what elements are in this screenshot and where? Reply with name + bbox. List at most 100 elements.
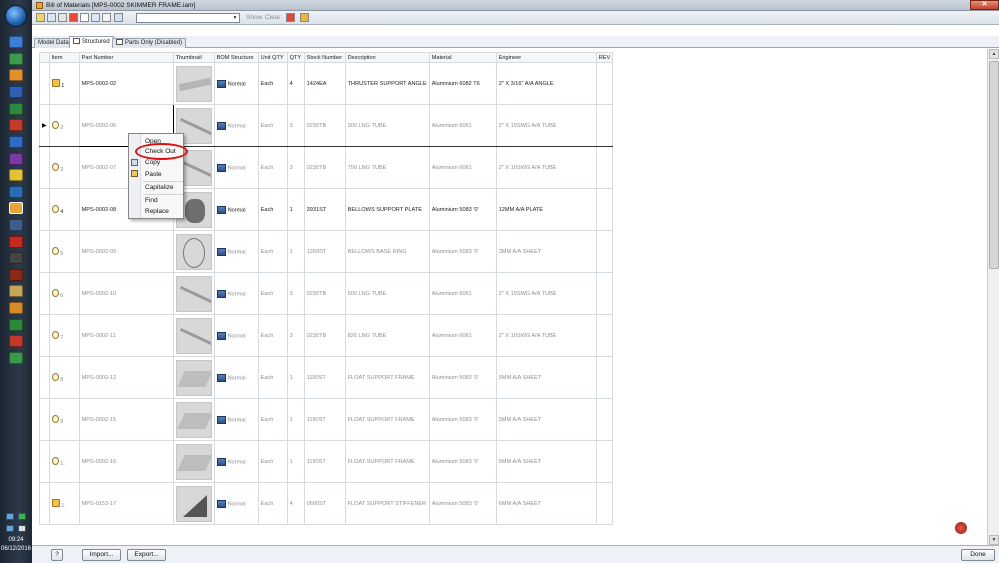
qty-cell[interactable]: 1 <box>286 398 305 441</box>
chrome-icon[interactable] <box>9 169 23 181</box>
engineer-cell[interactable]: 6MM A/A SHEET <box>495 482 597 525</box>
stock-number-cell[interactable]: 0230TB <box>303 272 346 315</box>
vault-icon[interactable] <box>9 219 23 231</box>
qty-cell[interactable]: 4 <box>286 62 305 105</box>
help-button[interactable]: ? <box>51 549 63 561</box>
tab-structured[interactable]: Structured <box>69 36 114 48</box>
stock-number-cell[interactable]: 0230TB <box>303 146 346 189</box>
qty-cell[interactable]: 3 <box>286 146 305 189</box>
column-chooser-icon[interactable] <box>91 13 100 22</box>
row-indicator[interactable] <box>39 146 50 189</box>
part-number-cell[interactable]: MPS-0002-16 <box>78 440 174 483</box>
header-rev[interactable]: REV <box>595 52 614 63</box>
row-indicator[interactable] <box>39 272 50 315</box>
bom-structure-cell[interactable]: Normal <box>213 146 259 189</box>
show-button[interactable]: Show <box>246 14 262 21</box>
bom-structure-cell[interactable]: Normal <box>213 62 259 105</box>
description-cell[interactable]: 750 LNG TUBE <box>344 146 430 189</box>
item-cell[interactable]: 2 <box>48 104 80 147</box>
row-indicator[interactable] <box>39 230 50 273</box>
unit-qty-cell[interactable]: Each <box>257 356 288 399</box>
item-cell[interactable]: 6 <box>48 272 80 315</box>
header-item[interactable]: Item <box>48 52 80 63</box>
rev-cell[interactable] <box>595 398 614 441</box>
export-bom-icon[interactable] <box>36 13 45 22</box>
unit-qty-cell[interactable]: Each <box>257 104 288 147</box>
stock-number-cell[interactable]: 0600ST <box>303 482 346 525</box>
item-cell[interactable]: 9 <box>48 398 80 441</box>
unit-qty-cell[interactable]: Each <box>257 398 288 441</box>
engineer-cell[interactable]: 3MM A/A SHEET <box>495 230 597 273</box>
material-cell[interactable]: Aluminium 5083 '0' <box>428 230 497 273</box>
material-cell[interactable]: Aluminium 6082 T6 <box>428 62 497 105</box>
unit-qty-cell[interactable]: Each <box>257 440 288 483</box>
done-button[interactable]: Done <box>961 549 995 561</box>
unit-qty-cell[interactable]: Each <box>257 62 288 105</box>
app-icon-2[interactable] <box>9 269 23 281</box>
part-number-cell[interactable]: MPS-0153-17 <box>78 482 174 525</box>
description-cell[interactable]: BELLOWS SUPPORT PLATE <box>344 188 430 231</box>
part-number-cell[interactable]: MPS-0002-12 <box>78 356 174 399</box>
stock-number-cell[interactable]: 1269ST <box>303 230 346 273</box>
rev-cell[interactable] <box>595 230 614 273</box>
table-row[interactable]: 1 MPS-0002-02 Normal Each 4 1424EA THRUSTER SU… <box>39 62 965 105</box>
description-cell[interactable]: FLOAT SUPPORT FRAME <box>344 356 430 399</box>
item-cell[interactable]: 3 <box>48 146 80 189</box>
qty-cell[interactable]: 1 <box>286 440 305 483</box>
bom-structure-cell[interactable]: Normal <box>213 398 259 441</box>
material-cell[interactable]: Aluminium 5083 '0' <box>428 188 497 231</box>
item-cell[interactable]: 1. <box>48 482 80 525</box>
table-row[interactable]: 6 MPS-0002-10 Normal Each 3 0230TB 500 LNG TUB… <box>39 272 965 315</box>
qty-cell[interactable]: 1 <box>286 356 305 399</box>
sort-down-icon[interactable] <box>69 13 78 22</box>
excel-icon[interactable] <box>9 103 23 115</box>
engineer-cell[interactable]: 5MM A/A SHEET <box>495 440 597 483</box>
qty-cell[interactable]: 4 <box>286 482 305 525</box>
qty-cell[interactable]: 3 <box>286 104 305 147</box>
header-bom-structure[interactable]: BOM Structure <box>213 52 259 63</box>
ie-icon[interactable] <box>9 36 23 48</box>
header-stock-number[interactable]: Stock Number <box>303 52 346 63</box>
chevron-down-icon[interactable]: ▼ <box>231 14 239 22</box>
app-icon-4[interactable] <box>9 302 23 314</box>
part-number-cell[interactable]: MPS-0002-15 <box>78 398 174 441</box>
row-indicator[interactable] <box>39 440 50 483</box>
description-cell[interactable]: 826 LNG TUBE <box>344 314 430 357</box>
row-indicator[interactable] <box>39 314 50 357</box>
description-cell[interactable]: BELLOWS BASE RING <box>344 230 430 273</box>
part-number-cell[interactable]: MPS-0002-09 <box>78 230 174 273</box>
item-cell[interactable]: 4 <box>48 188 80 231</box>
media-icon[interactable] <box>9 53 23 65</box>
word-icon[interactable] <box>9 86 23 98</box>
header-qty[interactable]: QTY <box>286 52 305 63</box>
bom-structure-cell[interactable]: Normal <box>213 440 259 483</box>
qty-cell[interactable]: 3 <box>286 272 305 315</box>
stock-number-cell[interactable]: 1190ST <box>303 398 346 441</box>
bom-structure-cell[interactable]: Normal <box>213 272 259 315</box>
view-options-icon[interactable] <box>47 13 56 22</box>
header-engineer[interactable]: Engineer <box>495 52 597 63</box>
autocad-icon[interactable] <box>9 236 23 248</box>
item-cell[interactable]: 1. <box>48 440 80 483</box>
material-cell[interactable]: Aluminium 5083 '0' <box>428 356 497 399</box>
description-cell[interactable]: FLOAT SUPPORT STIFFENER <box>344 482 430 525</box>
table-row[interactable]: 1. MPS-0153-17 Normal Each 4 0600ST FLOAT SUPP… <box>39 482 965 525</box>
export-excel-icon[interactable] <box>300 13 309 22</box>
unit-qty-cell[interactable]: Each <box>257 146 288 189</box>
qty-cell[interactable]: 1 <box>286 188 305 231</box>
header-thumbnail[interactable]: Thumbnail <box>172 52 215 63</box>
scroll-thumb[interactable] <box>989 61 999 269</box>
display-icon[interactable] <box>6 525 14 532</box>
menu-item-paste[interactable]: Paste <box>145 171 162 178</box>
rev-cell[interactable] <box>595 314 614 357</box>
item-cell[interactable]: 8 <box>48 356 80 399</box>
onenote-icon[interactable] <box>9 153 23 165</box>
app-icon-7[interactable] <box>9 352 23 364</box>
engineer-cell[interactable]: 5MM A/A SHEET <box>495 398 597 441</box>
row-indicator[interactable]: ▶ <box>39 104 50 147</box>
stock-number-cell[interactable]: 1190ST <box>303 356 346 399</box>
description-cell[interactable]: FLOAT SUPPORT FRAME <box>344 398 430 441</box>
bom-structure-cell[interactable]: Normal <box>213 482 259 525</box>
publisher-icon[interactable] <box>9 119 23 131</box>
engineer-cell[interactable]: 5MM A/A SHEET <box>495 356 597 399</box>
